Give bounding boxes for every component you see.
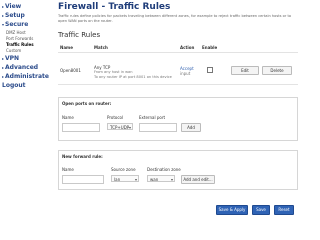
save-apply-button[interactable]: Save & Apply bbox=[216, 205, 248, 215]
chevron-right-icon: ▸ bbox=[2, 74, 5, 79]
page-description: Traffic rules define policies for packet… bbox=[58, 14, 292, 23]
add-and-edit-button[interactable]: Add and edit... bbox=[181, 175, 215, 184]
rule-match-line3: To any router IP at port 8001 on this de… bbox=[94, 75, 172, 79]
col-header-enable: Enable bbox=[202, 45, 218, 50]
reset-button[interactable]: Reset bbox=[274, 205, 294, 215]
section-title: Traffic Rules bbox=[58, 31, 101, 39]
nav-sub-custom[interactable]: Custom bbox=[6, 48, 21, 53]
page-title: Firewall - Traffic Rules bbox=[58, 2, 171, 12]
nav-vpn[interactable]: ▸VPN bbox=[2, 55, 19, 62]
open-ports-header-external-port: External port bbox=[139, 115, 166, 120]
forward-rule-header-source-zone: Source zone bbox=[111, 167, 136, 172]
add-open-port-button[interactable]: Add bbox=[181, 123, 201, 132]
nav-view[interactable]: ▸View bbox=[2, 3, 21, 10]
table-divider bbox=[58, 84, 298, 85]
open-ports-title: Open ports on router: bbox=[62, 101, 112, 106]
nav-secure[interactable]: ▾Secure bbox=[2, 21, 28, 28]
edit-button[interactable]: Edit bbox=[231, 66, 259, 75]
rule-name: Open8001 bbox=[60, 68, 81, 73]
nav-logout[interactable]: Logout bbox=[2, 82, 26, 89]
open-ports-header-name: Name bbox=[62, 115, 74, 120]
open-ports-section: Open ports on router: Name Protocol Exte… bbox=[58, 97, 298, 141]
forward-rule-name-input[interactable] bbox=[62, 175, 104, 184]
rule-enable-checkbox[interactable] bbox=[207, 67, 213, 73]
table-divider bbox=[58, 52, 298, 53]
main-content: Firewall - Traffic Rules Traffic rules d… bbox=[56, 0, 300, 224]
chevron-down-icon: ▾ bbox=[2, 22, 5, 27]
chevron-right-icon: ▸ bbox=[2, 65, 5, 70]
col-header-match: Match bbox=[94, 45, 108, 50]
forward-rule-header-name: Name bbox=[62, 167, 74, 172]
forward-rule-destination-select[interactable]: wan bbox=[147, 175, 175, 183]
forward-rule-source-select[interactable]: lan bbox=[111, 175, 139, 183]
rule-action-chain: input bbox=[180, 71, 191, 76]
nav-sub-traffic-rules[interactable]: Traffic Rules bbox=[6, 42, 34, 47]
sidebar: ▸View ▸Setup ▾Secure DMZ Host Port Forwa… bbox=[0, 0, 56, 224]
forward-rule-header-destination-zone: Destination zone bbox=[147, 167, 181, 172]
save-button[interactable]: Save bbox=[252, 205, 270, 215]
open-port-name-input[interactable] bbox=[62, 123, 100, 132]
nav-sub-dmz-host[interactable]: DMZ Host bbox=[6, 30, 26, 35]
col-header-action: Action bbox=[180, 45, 195, 50]
col-header-name: Name bbox=[60, 45, 73, 50]
nav-setup[interactable]: ▸Setup bbox=[2, 12, 25, 19]
rule-match-line2: From any host in wan bbox=[94, 70, 133, 74]
chevron-right-icon: ▸ bbox=[2, 56, 5, 61]
nav-sub-port-forwards[interactable]: Port Forwards bbox=[6, 36, 33, 41]
chevron-right-icon: ▸ bbox=[2, 4, 5, 9]
open-port-external-port-input[interactable] bbox=[139, 123, 177, 132]
forward-rule-title: New forward rule: bbox=[62, 154, 103, 159]
nav-administrate[interactable]: ▸Administrate bbox=[2, 73, 49, 80]
forward-rule-section: New forward rule: Name Source zone Desti… bbox=[58, 150, 298, 190]
open-ports-header-protocol: Protocol bbox=[107, 115, 124, 120]
delete-button[interactable]: Delete bbox=[262, 66, 292, 75]
chevron-right-icon: ▸ bbox=[2, 13, 5, 18]
nav-advanced[interactable]: ▸Advanced bbox=[2, 64, 38, 71]
open-port-protocol-select[interactable]: TCP+UDP bbox=[107, 123, 133, 131]
